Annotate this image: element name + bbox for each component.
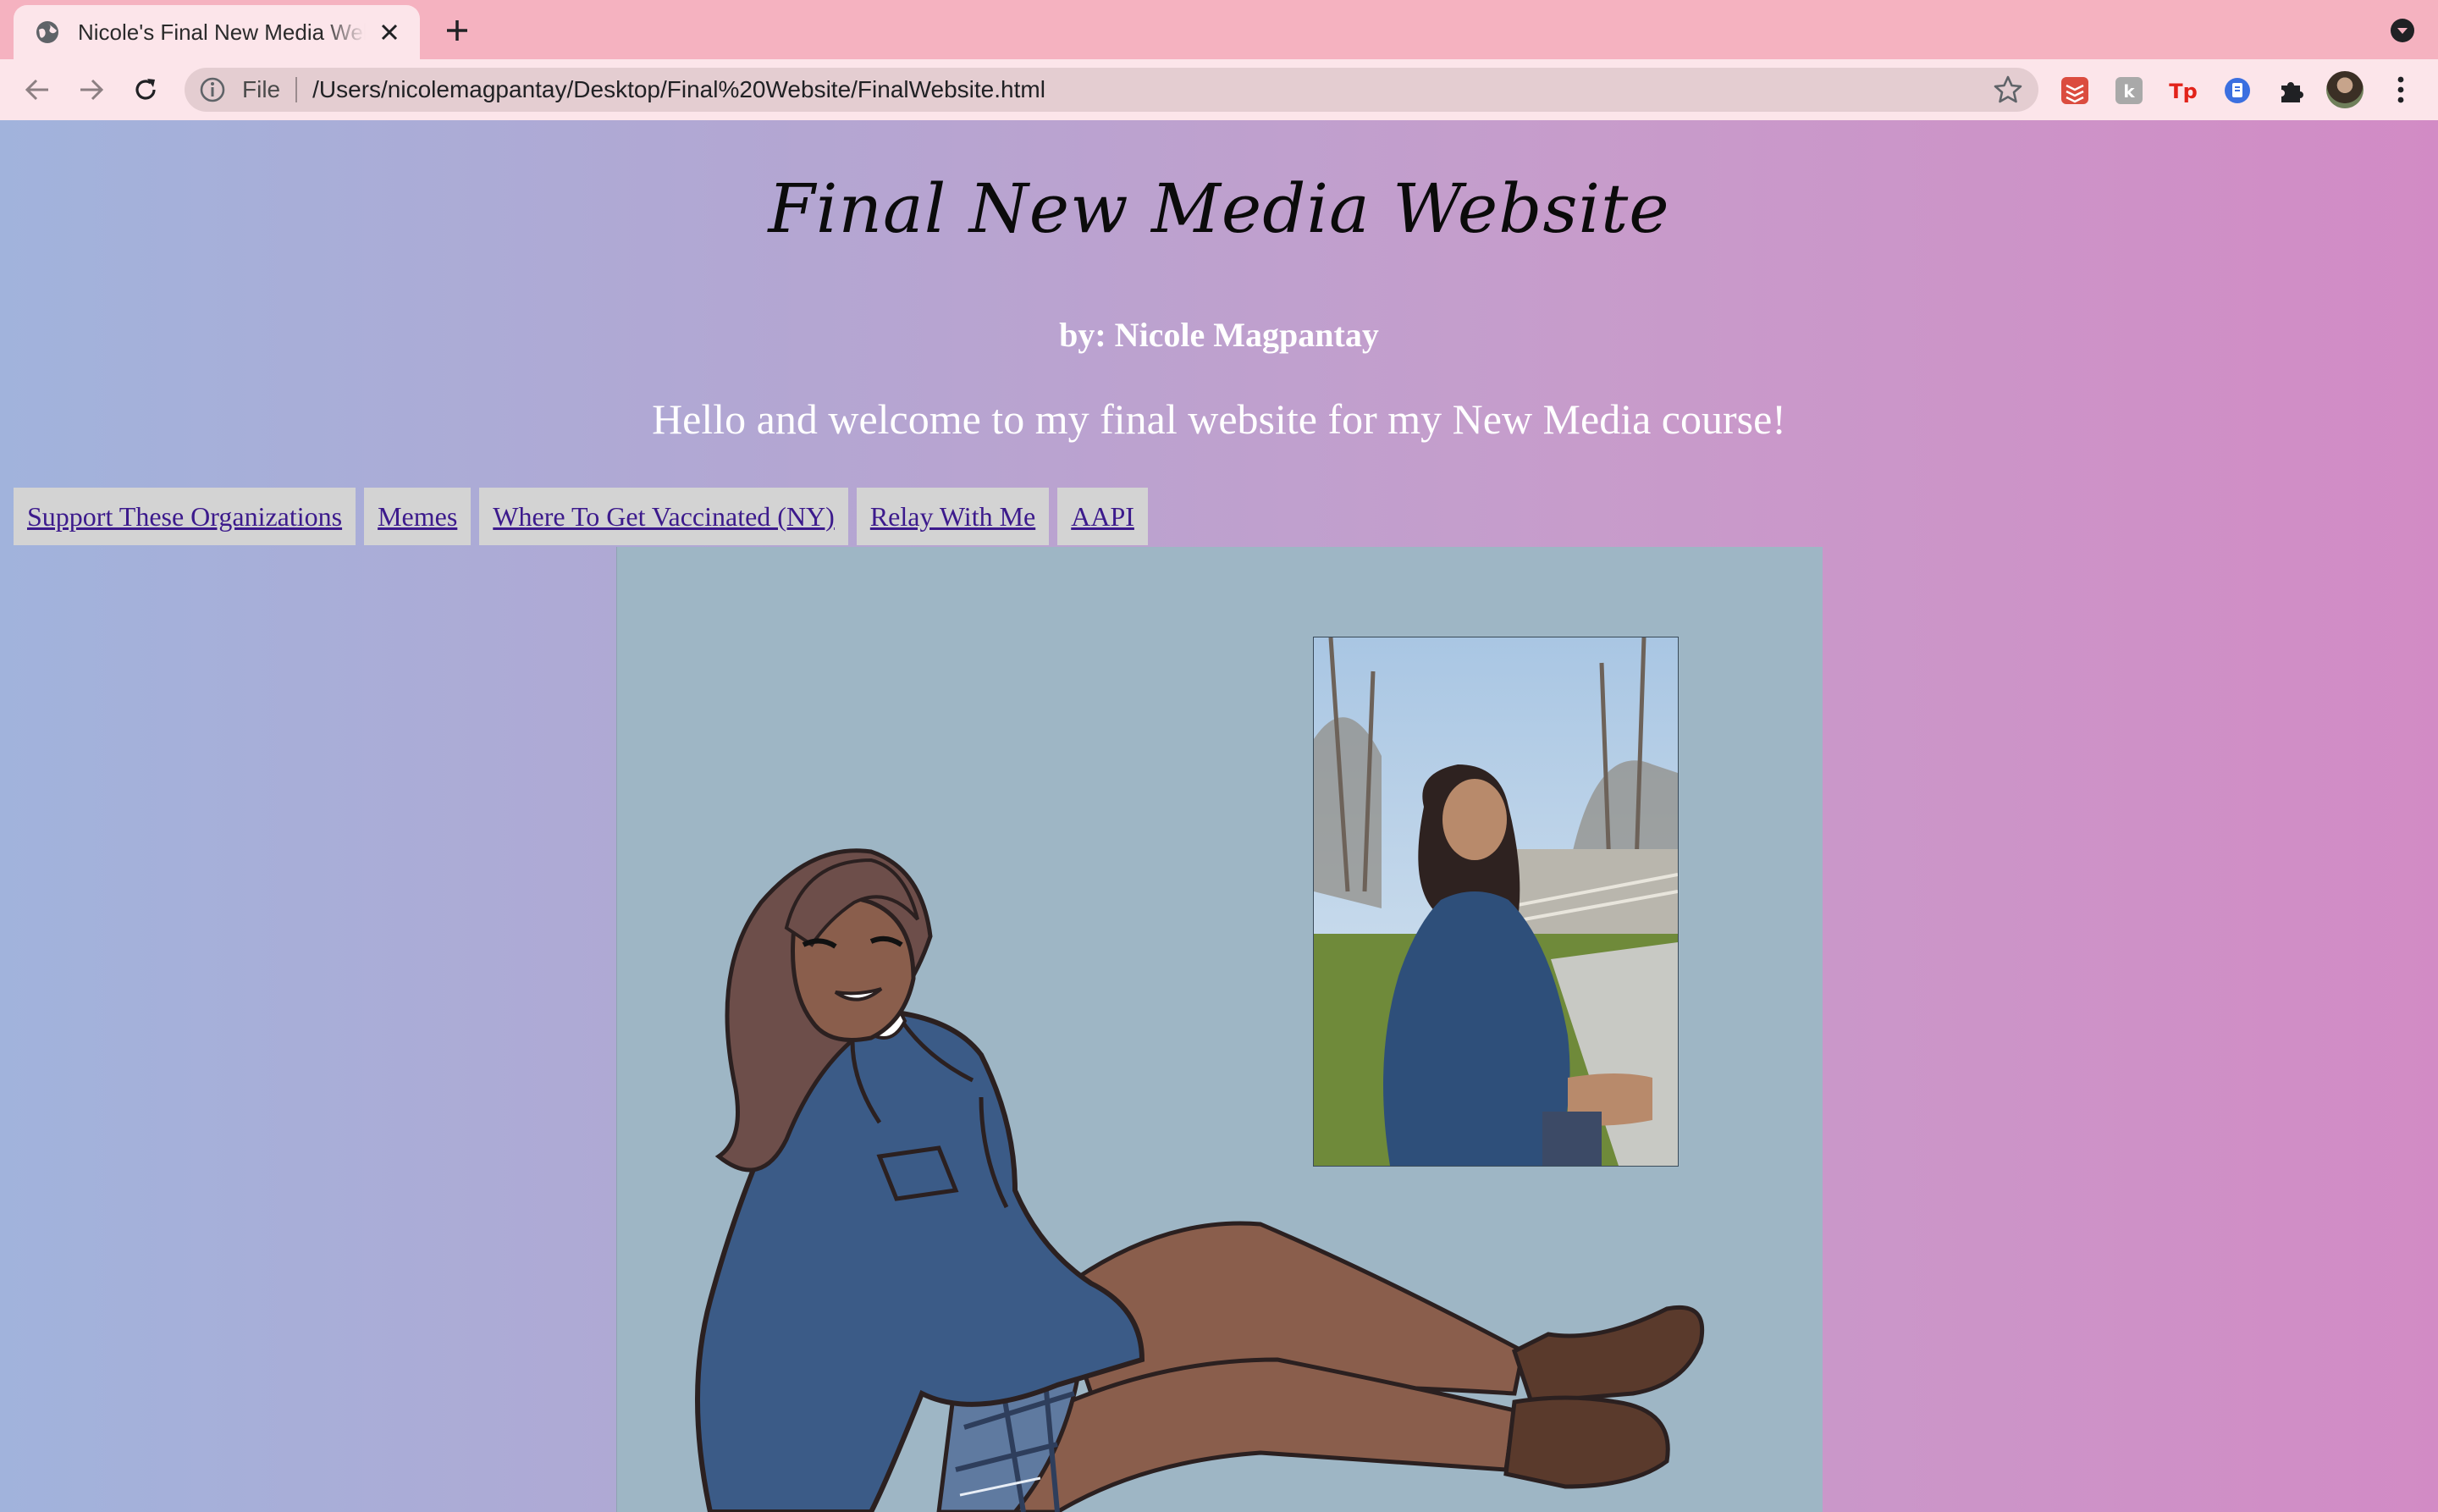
nav-link-support-organizations[interactable]: Support These Organizations bbox=[14, 488, 356, 545]
nav-link-vaccinated[interactable]: Where To Get Vaccinated (NY) bbox=[479, 488, 848, 545]
profile-photo bbox=[1313, 637, 1679, 1167]
back-arrow-icon bbox=[25, 79, 48, 101]
nav-link-relay[interactable]: Relay With Me bbox=[856, 488, 1050, 545]
puzzle-icon[interactable] bbox=[2275, 74, 2308, 107]
hero-image bbox=[616, 547, 1823, 1512]
reload-button[interactable] bbox=[127, 71, 164, 108]
tab-strip: Nicole's Final New Media Website bbox=[0, 0, 2438, 59]
browser-tab[interactable]: Nicole's Final New Media Website bbox=[14, 5, 420, 59]
new-tab-button[interactable] bbox=[439, 12, 476, 49]
menu-button[interactable] bbox=[2382, 71, 2419, 108]
kebab-menu-icon bbox=[2397, 76, 2404, 103]
todoist-icon[interactable] bbox=[2059, 74, 2091, 107]
welcome-text: Hello and welcome to my final website fo… bbox=[652, 395, 1786, 443]
forward-arrow-icon bbox=[80, 79, 104, 101]
tab-search-button[interactable] bbox=[2387, 15, 2418, 46]
url-text[interactable]: /Users/nicolemagpantay/Desktop/Final%20W… bbox=[312, 76, 1045, 103]
forward-button[interactable] bbox=[73, 71, 110, 108]
globe-icon bbox=[36, 21, 58, 43]
address-bar[interactable]: File /Users/nicolemagpantay/Desktop/Fina… bbox=[185, 68, 2038, 112]
svg-text:k: k bbox=[2123, 81, 2135, 102]
nav-link-memes[interactable]: Memes bbox=[364, 488, 472, 545]
tp-extension-icon[interactable]: Tp bbox=[2167, 74, 2199, 107]
bookmark-star-icon[interactable] bbox=[1993, 74, 2023, 105]
reload-icon bbox=[135, 79, 156, 100]
tab-title: Nicole's Final New Media Website bbox=[78, 19, 366, 45]
page-byline: by: Nicole Magpantay bbox=[1059, 316, 1379, 354]
nav-link-aapi[interactable]: AAPI bbox=[1057, 488, 1148, 545]
plus-icon bbox=[447, 20, 467, 41]
divider bbox=[295, 77, 298, 102]
browser-toolbar: File /Users/nicolemagpantay/Desktop/Fina… bbox=[0, 59, 2438, 120]
close-icon[interactable] bbox=[374, 17, 405, 47]
info-icon[interactable] bbox=[198, 75, 227, 104]
avatar[interactable] bbox=[2326, 71, 2364, 108]
page-content: Final New Media Website by: Nicole Magpa… bbox=[0, 120, 2438, 1512]
svg-text:Tp: Tp bbox=[2169, 80, 2198, 103]
blue-extension-icon[interactable] bbox=[2221, 74, 2253, 107]
site-nav: Support These Organizations Memes Where … bbox=[14, 488, 1148, 545]
chevron-down-icon bbox=[2391, 19, 2414, 42]
url-scheme: File bbox=[242, 76, 281, 102]
page-title: Final New Media Website bbox=[768, 169, 1670, 248]
k-extension-icon[interactable]: k bbox=[2113, 74, 2145, 107]
back-button[interactable] bbox=[19, 71, 56, 108]
